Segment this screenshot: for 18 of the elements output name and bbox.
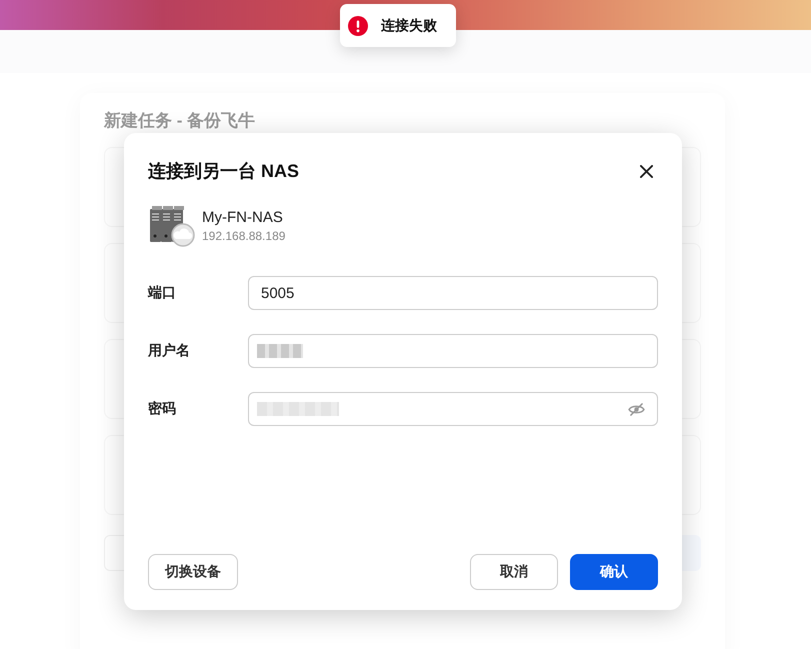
password-field[interactable] — [248, 392, 658, 426]
field-label: 端口 — [148, 284, 177, 302]
toast-message: 连接失败 — [381, 16, 437, 34]
cancel-button[interactable]: 取消 — [470, 554, 558, 590]
server-cloud-icon — [148, 205, 196, 247]
eye-slash-icon[interactable] — [628, 402, 645, 416]
switch-device-button[interactable]: 切换设备 — [148, 554, 238, 590]
confirm-button[interactable]: 确认 — [570, 554, 658, 590]
dialog-title: 新建任务 - 备份飞牛 — [104, 111, 256, 131]
username-field[interactable] — [248, 334, 658, 368]
field-label: 用户名 — [148, 342, 191, 360]
dialog-title: 连接到另一台 NAS — [148, 160, 300, 183]
port-field[interactable]: 5005 — [248, 276, 658, 310]
redacted-value — [257, 344, 303, 358]
device-address: 192.168.88.189 — [202, 229, 286, 243]
device-name: My-FN-NAS — [202, 209, 284, 226]
field-label: 密码 — [148, 400, 177, 418]
error-icon — [348, 16, 368, 36]
